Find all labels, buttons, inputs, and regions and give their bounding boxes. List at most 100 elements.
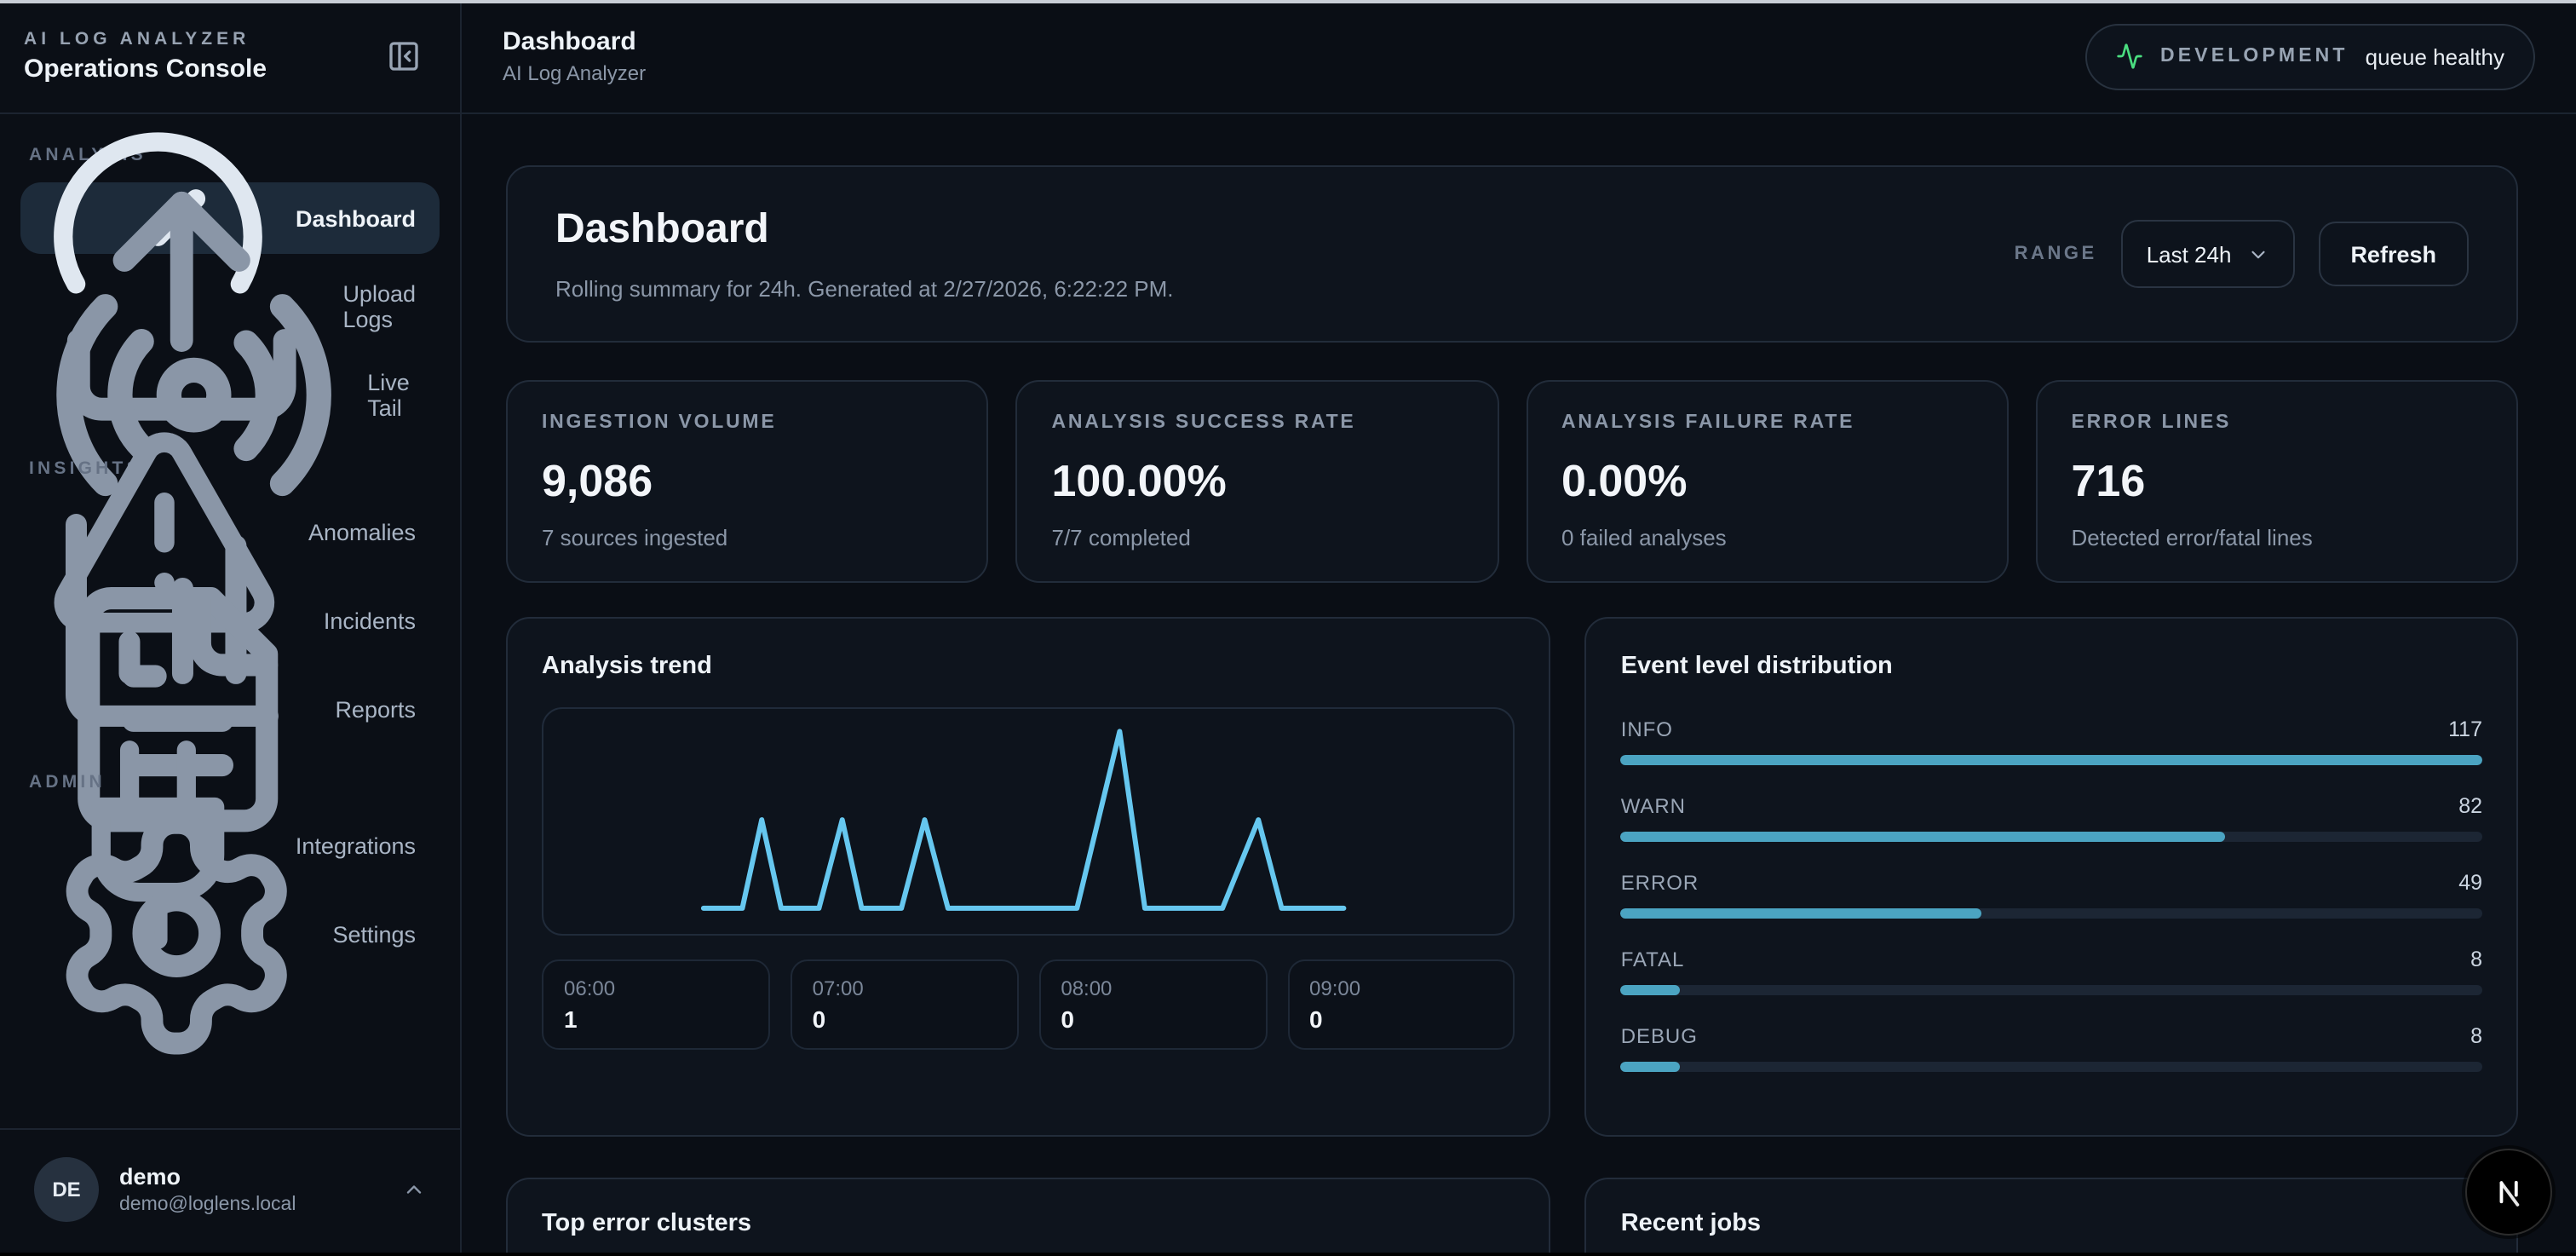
level-row-header: WARN 82 (1621, 794, 2482, 818)
level-bar-track (1621, 985, 2482, 995)
sidebar-item-label: Anomalies (308, 519, 416, 544)
analysis-trend-card: Analysis trend 06:001 07:00 0 08:00009:000 (506, 617, 1551, 1137)
stat-card-ingestion-volume: INGESTION VOLUME9,0867 sources ingested (506, 380, 989, 583)
summary-card: Dashboard Rolling summary for 24h. Gener… (506, 165, 2518, 343)
event-level-distribution-title: Event level distribution (1621, 653, 2482, 680)
level-label: ERROR (1621, 871, 1699, 895)
environment-badge: DEVELOPMENT queue healthy (2085, 23, 2535, 89)
level-bar-row-info: INFO 117 (1621, 717, 2482, 765)
level-bar-fill (1621, 985, 1680, 995)
level-count: 49 (2458, 871, 2482, 895)
trend-hour-box-06-00: 06:001 (542, 959, 770, 1050)
user-name: demo (119, 1164, 382, 1190)
level-bar-fill (1621, 1062, 1680, 1072)
trend-hour-box-09-00: 09:000 (1287, 959, 1515, 1050)
trend-hour-box-07-00: 07:00 0 (791, 959, 1019, 1050)
level-row-header: INFO 117 (1621, 717, 2482, 741)
stat-label: ANALYSIS SUCCESS RATE (1052, 412, 1463, 433)
dashboard-content: Dashboard Rolling summary for 24h. Gener… (462, 114, 2576, 1256)
hour-label: 09:00 (1309, 977, 1493, 1000)
level-bar-track (1621, 1062, 2482, 1072)
stat-subtext: 7/7 completed (1052, 525, 1463, 550)
level-row-header: DEBUG 8 (1621, 1024, 2482, 1048)
level-count: 117 (2448, 717, 2482, 741)
page-title: Dashboard (555, 206, 1174, 254)
stat-subtext: 0 failed analyses (1561, 525, 1973, 550)
hour-label: 07:00 (813, 977, 997, 1000)
main-area: Dashboard AI Log Analyzer DEVELOPMENT qu… (462, 0, 2576, 1256)
level-bar-track (1621, 908, 2482, 919)
summary-subtitle: Rolling summary for 24h. Generated at 2/… (555, 276, 1174, 302)
sidebar-item-label: Integrations (296, 833, 416, 858)
level-bar-track (1621, 755, 2482, 765)
level-bar-row-debug: DEBUG 8 (1621, 1024, 2482, 1072)
chevron-up-icon (402, 1178, 426, 1201)
user-meta: demo demo@loglens.local (119, 1164, 382, 1215)
nextjs-devtools-badge[interactable] (2465, 1149, 2552, 1236)
level-row-header: ERROR 49 (1621, 871, 2482, 895)
event-level-distribution-card: Event level distribution INFO 117 WARN 82 ER… (1585, 617, 2518, 1137)
window-top-edge (0, 0, 2576, 3)
queue-status: queue healthy (2366, 43, 2504, 69)
top-error-clusters-title: Top error clusters (542, 1210, 1515, 1237)
range-select[interactable]: Last 24h (2121, 220, 2295, 288)
trend-hour-boxes: 06:001 07:00 0 08:00009:000 (542, 959, 1515, 1050)
trend-hour-box-08-00: 08:000 (1038, 959, 1267, 1050)
level-label: INFO (1621, 717, 1673, 741)
level-bars: INFO 117 WARN 82 ERROR 49 FATAL 8 DEBUG 8 (1621, 717, 2482, 1072)
recent-jobs-card: Recent jobs JOBSOURCESTATUSERRORS (1585, 1178, 2518, 1256)
range-controls: RANGE Last 24h Refresh (2015, 220, 2469, 288)
level-label: DEBUG (1621, 1024, 1698, 1048)
level-label: WARN (1621, 794, 1686, 818)
tables-row: Top error clusters CLUSTEREVENTSANALYSES… (506, 1178, 2518, 1256)
stat-value: 100.00% (1052, 455, 1463, 508)
level-bar-row-fatal: FATAL 8 (1621, 948, 2482, 995)
level-bar-fill (1621, 908, 1982, 919)
app-root: AI LOG ANALYZER Operations Console ANALY… (0, 0, 2576, 1256)
analysis-trend-title: Analysis trend (542, 653, 1515, 680)
sidebar-item-label: Live Tail (367, 370, 416, 421)
range-select-value: Last 24h (2147, 241, 2232, 267)
level-count: 8 (2470, 1024, 2482, 1048)
user-menu[interactable]: DE demo demo@loglens.local (0, 1128, 460, 1256)
brand: AI LOG ANALYZER Operations Console (24, 29, 267, 84)
avatar: DE (34, 1157, 99, 1222)
sidebar-item-label: Incidents (324, 608, 416, 633)
level-count: 8 (2470, 948, 2482, 971)
sidebar-item-label: Reports (335, 696, 416, 722)
hour-label: 08:00 (1061, 977, 1245, 1000)
header-title: Dashboard (503, 27, 646, 56)
level-count: 82 (2458, 794, 2482, 818)
stat-card-analysis-success-rate: ANALYSIS SUCCESS RATE 100.00% 7/7 complete… (1016, 380, 1499, 583)
stat-card-analysis-failure-rate: ANALYSIS FAILURE RATE0.00%0 failed analy… (1526, 380, 2009, 583)
hour-value: 0 (813, 1005, 997, 1033)
stat-value: 716 (2072, 455, 2483, 508)
top-header: Dashboard AI Log Analyzer DEVELOPMENT qu… (462, 0, 2576, 114)
stat-subtext: 7 sources ingested (542, 525, 953, 550)
analysis-trend-line-chart (543, 709, 1514, 934)
sidebar-item-settings[interactable]: Settings (20, 898, 440, 970)
level-row-header: FATAL 8 (1621, 948, 2482, 971)
summary-text: Dashboard Rolling summary for 24h. Gener… (555, 206, 1174, 302)
gear-icon (44, 802, 308, 1066)
sidebar-header: AI LOG ANALYZER Operations Console (0, 0, 460, 114)
stat-cards-row: INGESTION VOLUME9,0867 sources ingestedA… (506, 380, 2518, 583)
stat-label: ERROR LINES (2072, 412, 2483, 433)
range-label: RANGE (2015, 244, 2097, 264)
user-email: demo@loglens.local (119, 1195, 382, 1215)
nextjs-logo-icon (2486, 1169, 2532, 1215)
hour-label: 06:00 (564, 977, 748, 1000)
brand-label: AI LOG ANALYZER (24, 29, 267, 49)
environment-name: DEVELOPMENT (2160, 46, 2349, 66)
brand-title: Operations Console (24, 55, 267, 84)
chevron-down-icon (2246, 243, 2268, 265)
level-bar-row-error: ERROR 49 (1621, 871, 2482, 919)
sidebar: AI LOG ANALYZER Operations Console ANALY… (0, 0, 462, 1256)
level-label: FATAL (1621, 948, 1685, 971)
level-bar-row-warn: WARN 82 (1621, 794, 2482, 842)
activity-icon (2116, 43, 2143, 70)
sidebar-collapse-button[interactable] (382, 34, 426, 78)
analysis-trend-chart (542, 707, 1515, 936)
level-bar-track (1621, 832, 2482, 842)
refresh-button[interactable]: Refresh (2318, 222, 2469, 286)
